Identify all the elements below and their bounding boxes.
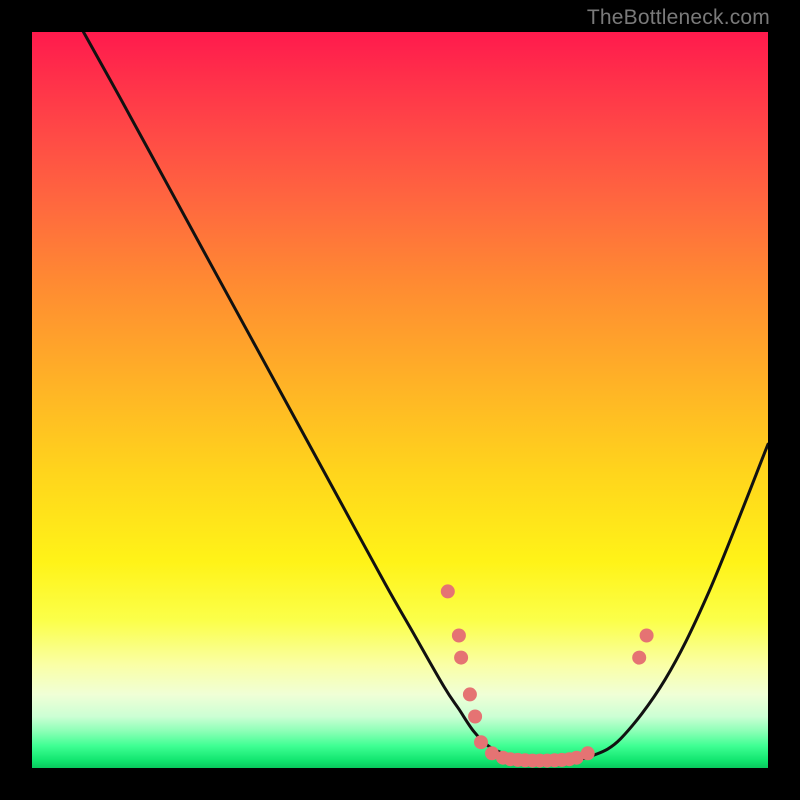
curve-marker xyxy=(474,735,488,749)
chart-stage: TheBottleneck.com xyxy=(0,0,800,800)
curve-marker xyxy=(640,629,654,643)
curve-marker xyxy=(463,687,477,701)
curve-marker xyxy=(454,651,468,665)
curve-marker xyxy=(468,710,482,724)
curve-marker xyxy=(581,746,595,760)
chart-svg xyxy=(32,32,768,768)
bottleneck-curve xyxy=(84,32,769,761)
curve-marker xyxy=(632,651,646,665)
curve-markers xyxy=(441,584,654,767)
curve-marker xyxy=(441,584,455,598)
plot-area xyxy=(32,32,768,768)
watermark-text: TheBottleneck.com xyxy=(587,6,770,30)
curve-marker xyxy=(452,629,466,643)
